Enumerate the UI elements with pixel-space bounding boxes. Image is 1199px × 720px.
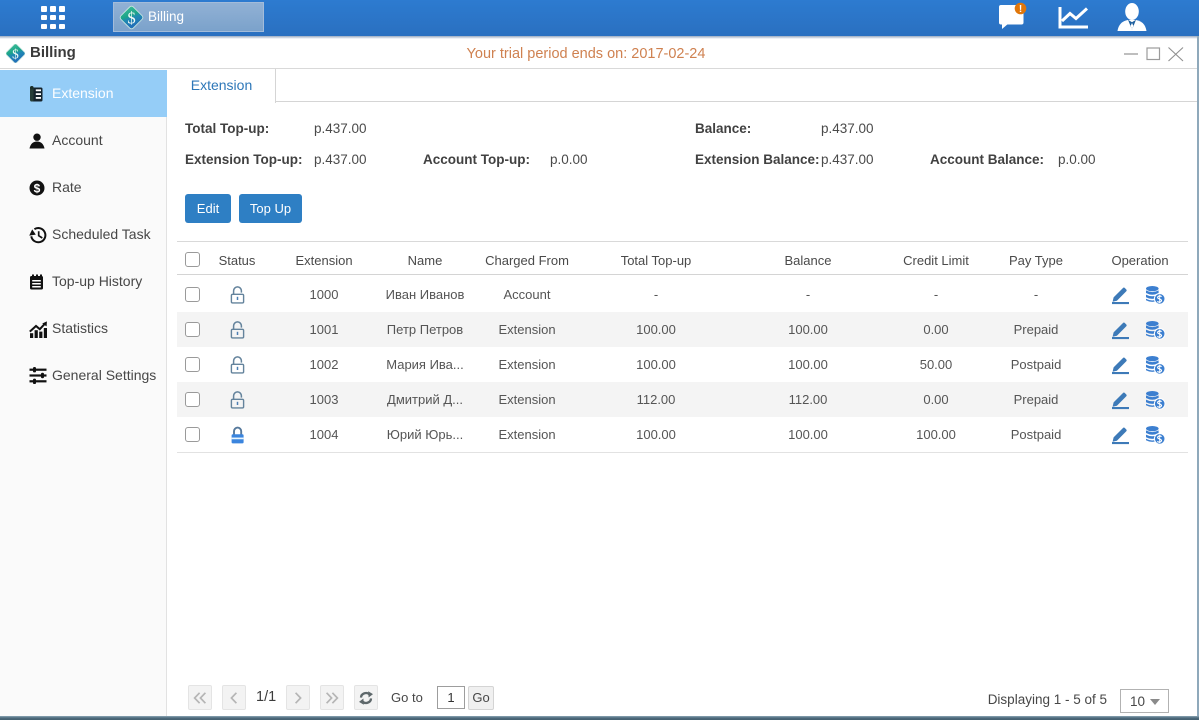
svg-text:$: $	[127, 8, 135, 27]
svg-text:!: !	[1019, 4, 1022, 15]
svg-text:$: $	[34, 182, 41, 196]
